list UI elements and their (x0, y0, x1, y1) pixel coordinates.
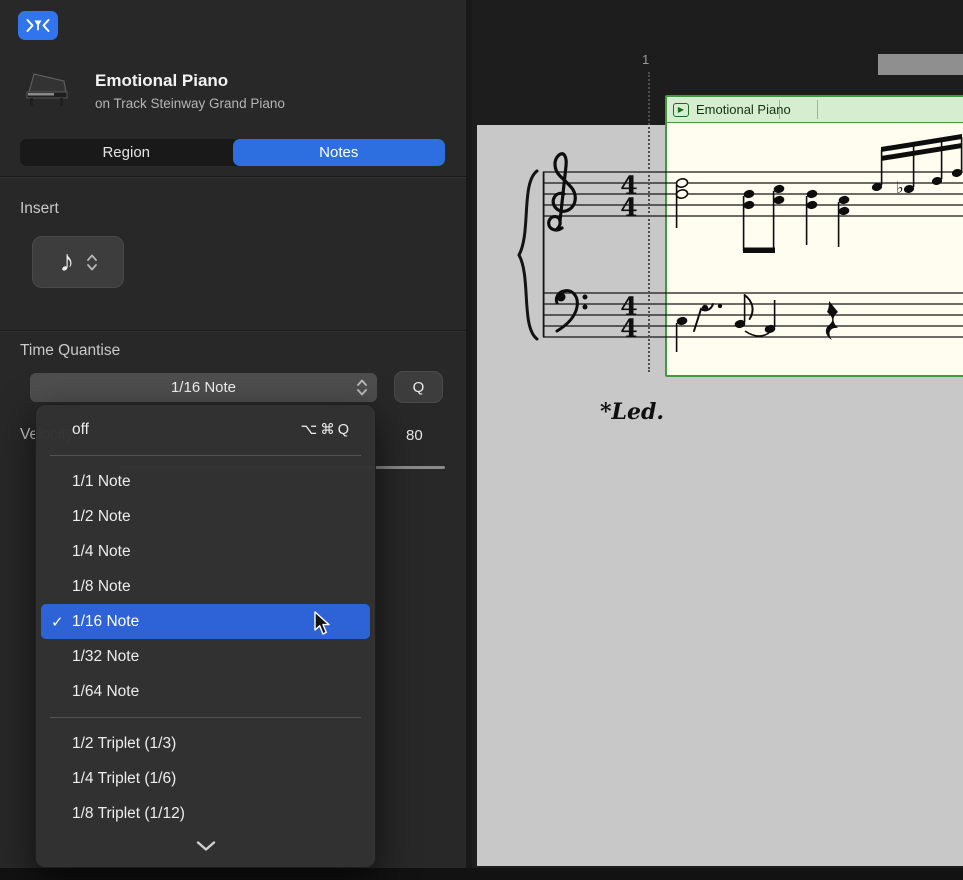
playhead-line (648, 72, 650, 372)
menu-item-1-8-note[interactable]: 1/8 Note (41, 569, 370, 604)
system-brace (519, 171, 537, 339)
updown-chevrons-icon (357, 379, 367, 396)
tab-region[interactable]: Region (20, 139, 233, 166)
menu-item-1-4-note[interactable]: 1/4 Note (41, 534, 370, 569)
track-subtitle: on Track Steinway Grand Piano (95, 96, 285, 111)
region-name: Emotional Piano (696, 102, 791, 117)
flat-accidental-icon: ♭ (896, 178, 904, 197)
time-signature: 4 4 4 4 (620, 171, 637, 343)
region-header[interactable]: ▶ Emotional Piano (667, 97, 963, 123)
midi-transform-filter-button[interactable] (18, 11, 58, 40)
section-divider (0, 176, 466, 177)
time-quantise-label: Time Quantise (20, 342, 120, 360)
updown-chevrons-icon (87, 254, 97, 271)
checkmark-icon: ✓ (51, 613, 64, 631)
menu-separator (50, 717, 361, 718)
time-quantise-value: 1/16 Note (171, 379, 236, 396)
grand-staff-notation: 4 4 4 4 (477, 125, 963, 445)
menu-item-label: off (72, 421, 89, 439)
menu-item-1-32-note[interactable]: 1/32 Note (41, 639, 370, 674)
mouse-cursor (314, 611, 332, 637)
menu-item-1-2-triplet[interactable]: 1/2 Triplet (1/3) (41, 726, 370, 761)
menu-scroll-more[interactable] (36, 833, 375, 859)
svg-text:4: 4 (620, 193, 637, 222)
score-editor: 1 ▶ Emotional Piano (472, 0, 963, 880)
ruler-beat-1[interactable]: 1 (642, 52, 649, 67)
grand-piano-icon (22, 66, 72, 108)
pedal-marking: *Led. (600, 399, 664, 425)
window-bottom-edge (0, 868, 963, 880)
region-title: Emotional Piano (95, 71, 228, 91)
menu-item-shortcut: ⌥⌘Q (301, 422, 353, 438)
menu-item-1-2-note[interactable]: 1/2 Note (41, 499, 370, 534)
menu-item-1-1-note[interactable]: 1/1 Note (41, 464, 370, 499)
treble-clef-icon (549, 154, 576, 230)
section-divider (0, 330, 466, 331)
region-grid-line (779, 100, 780, 119)
inspector-tab-bar: Region Notes (20, 139, 445, 166)
menu-item-1-4-triplet[interactable]: 1/4 Triplet (1/6) (41, 761, 370, 796)
svg-text:4: 4 (620, 314, 637, 343)
quantise-apply-button[interactable]: Q (394, 371, 443, 403)
velocity-value: 80 (406, 427, 423, 444)
chevron-down-icon (196, 841, 216, 851)
filter-funnel-icon (26, 18, 50, 33)
ruler-gray-block[interactable] (878, 54, 963, 75)
insert-note-value-dropdown[interactable]: ♪ (32, 236, 124, 288)
menu-item-off[interactable]: off ⌥⌘Q (41, 412, 370, 447)
bass-clef-icon (556, 291, 587, 331)
region-play-icon[interactable]: ▶ (673, 103, 689, 117)
tab-notes[interactable]: Notes (233, 139, 446, 166)
menu-separator (50, 455, 361, 456)
menu-item-1-64-note[interactable]: 1/64 Note (41, 674, 370, 709)
menu-item-1-8-triplet[interactable]: 1/8 Triplet (1/12) (41, 796, 370, 831)
eighth-note-icon: ♪ (60, 247, 75, 277)
insert-label: Insert (20, 200, 59, 218)
region-grid-line (817, 100, 818, 119)
time-quantise-popup[interactable]: 1/16 Note (30, 373, 377, 402)
